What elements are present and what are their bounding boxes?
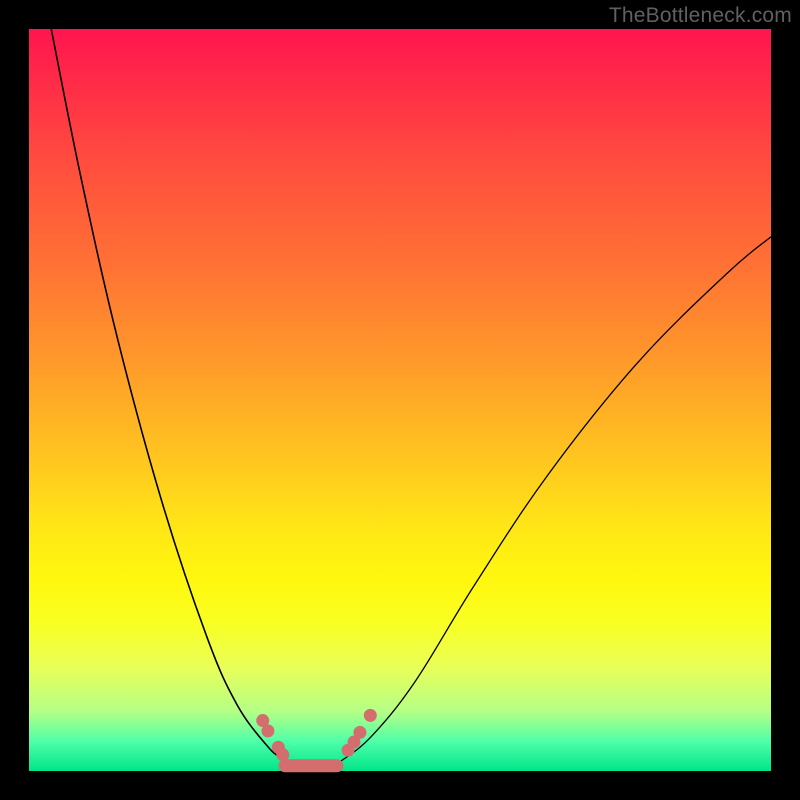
- chart-frame: [29, 29, 771, 771]
- attribution-text: TheBottleneck.com: [609, 4, 792, 28]
- marker-dot: [353, 726, 366, 739]
- curve-right: [341, 237, 771, 762]
- markers-right: [342, 709, 377, 757]
- curve-left: [51, 29, 296, 762]
- marker-dot: [276, 748, 289, 761]
- chart-svg: [29, 29, 771, 771]
- marker-dot: [364, 709, 377, 722]
- marker-dot: [261, 724, 274, 737]
